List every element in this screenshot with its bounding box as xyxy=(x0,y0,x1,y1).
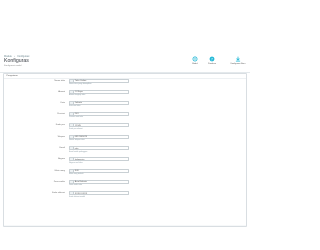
field-hint: Negara asal toko xyxy=(69,161,83,164)
field-hint: Zona waktu toko xyxy=(69,184,83,187)
field-label: Provinsi xyxy=(57,112,65,115)
form-row: Alamat Jl. Raya Alamat lengkap toko xyxy=(4,89,246,99)
field-prefix xyxy=(70,192,74,195)
form-row: Provinsi DKI Provinsi asal toko xyxy=(4,111,246,121)
page-header: Module › Konfigurasi Konfiguras Konfigura… xyxy=(0,0,250,67)
field-hint: Provinsi asal toko xyxy=(69,116,84,119)
field-label: Kode pos xyxy=(55,124,65,126)
field-hint: Kota asal toko xyxy=(69,105,81,108)
field-label: Zona waktu xyxy=(53,180,65,183)
text-field[interactable]: XXXX-XXXX xyxy=(69,191,129,196)
field-label: Alamat xyxy=(58,90,65,93)
field-value: 12345 xyxy=(74,124,81,127)
field-hint: Nama toko yang ditampilkan xyxy=(69,83,92,86)
field-label: Kota xyxy=(60,101,66,104)
field-prefix xyxy=(70,90,74,93)
field-prefix xyxy=(70,124,74,127)
field-label: Telepon xyxy=(57,135,65,138)
field-label: Negara xyxy=(57,158,65,160)
toolbar-help-label: Panduan xyxy=(207,63,216,66)
field-prefix xyxy=(70,147,74,150)
download-icon xyxy=(235,56,241,62)
field-hint: Kode aktivasi modul xyxy=(69,195,86,198)
field-hint: Kode pos alamat xyxy=(69,127,83,130)
field-prefix xyxy=(70,158,74,161)
toolbar-modules-label: Modul xyxy=(192,63,198,66)
gear-icon xyxy=(192,56,198,62)
toolbar-new-config-button[interactable]: Konfigurasi Baru xyxy=(229,55,247,69)
text-field[interactable]: 12345 xyxy=(69,123,129,128)
toolbar-modules-button[interactable]: Modul xyxy=(188,55,202,69)
field-prefix xyxy=(70,101,74,104)
field-hint: Email untuk pelanggan xyxy=(69,150,88,153)
field-value: XXXX-XXXX xyxy=(74,192,88,195)
field-value: info xyxy=(74,147,79,150)
form-row: Kode pos 12345 Kode pos alamat xyxy=(4,122,246,132)
toolbar: Modul ? Panduan Konfigurasi Baru xyxy=(186,55,248,71)
form-row: Zona waktu Asia/Jakarta Zona waktu toko xyxy=(4,179,246,189)
svg-text:?: ? xyxy=(211,57,213,61)
field-hint: Alamat lengkap toko xyxy=(69,94,86,97)
field-prefix xyxy=(70,169,74,172)
field-value: Indonesia xyxy=(74,158,85,161)
toolbar-help-button[interactable]: ? Panduan xyxy=(205,55,219,69)
form-row: Email info Email untuk pelanggan xyxy=(4,145,246,155)
form-row: Nama toko Toko Online Nama toko yang dit… xyxy=(4,78,246,88)
field-label: Kode aktivasi xyxy=(51,192,65,194)
text-field[interactable]: Indonesia xyxy=(69,157,129,162)
field-hint: Nomor telepon toko xyxy=(69,139,85,142)
form-row: Kode aktivasi XXXX-XXXX Kode aktivasi mo… xyxy=(4,190,246,200)
field-prefix xyxy=(70,135,74,138)
field-prefix xyxy=(70,112,74,115)
field-prefix xyxy=(70,180,74,183)
toolbar-new-config-label: Konfigurasi Baru xyxy=(230,63,246,66)
help-icon: ? xyxy=(209,56,215,62)
form-row: Telepon 0812345678 Nomor telepon toko xyxy=(4,134,246,144)
form-row: Kota Jakarta Kota asal toko xyxy=(4,100,246,110)
field-hint: Mata uang default xyxy=(69,173,84,176)
settings-panel: Pengaturan Nama toko Toko Online Nama to… xyxy=(3,73,247,227)
field-label: Nama toko xyxy=(54,79,65,82)
form-row: Negara Indonesia Negara asal toko xyxy=(4,156,246,166)
field-label: Mata uang xyxy=(54,169,65,172)
panel-title: Pengaturan xyxy=(6,74,18,77)
field-prefix xyxy=(70,79,74,82)
page-title: Konfiguras xyxy=(4,57,29,64)
panel-footer xyxy=(4,225,246,226)
page-subtitle: Konfigurasi modul xyxy=(4,64,22,67)
text-field[interactable]: info xyxy=(69,146,129,151)
field-label: Email xyxy=(59,147,65,149)
form-row: Mata uang IDR Mata uang default xyxy=(4,168,246,178)
